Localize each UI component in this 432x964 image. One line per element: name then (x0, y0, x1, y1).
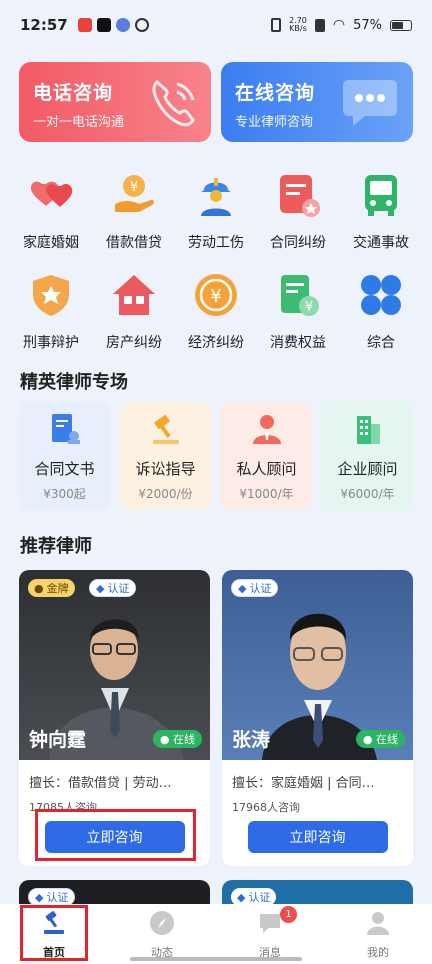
svg-text:¥: ¥ (305, 300, 313, 315)
elite-contract-docs[interactable]: 合同文书 ¥300起 (19, 402, 110, 510)
verified-badge: ◆ 认证 (89, 579, 137, 597)
online-consult-banner[interactable]: 在线咨询 专业律师咨询 (221, 62, 413, 142)
elite-name: 私人顾问 (236, 460, 297, 478)
category-contract[interactable]: 合同纠纷 (255, 172, 341, 252)
lawyer-card[interactable]: ◆ 认证 张涛 ● 在线 擅长：家庭婚姻 | 合同… 17968人咨询 立即咨询 (222, 570, 413, 866)
gavel-icon (152, 415, 179, 444)
app-notification-icon (134, 18, 149, 32)
shield-check-icon: ◆ (237, 890, 246, 904)
lawyer-name: 钟向霆 (29, 729, 87, 751)
lawyer-specialty: 擅长：借款借贷 | 劳动… (29, 776, 172, 791)
elite-name: 企业顾问 (337, 460, 398, 478)
shield-check-icon: ◆ (35, 890, 44, 904)
category-label: 劳动工伤 (188, 235, 244, 251)
category-label: 综合 (367, 335, 395, 351)
worker-helmet-icon (201, 178, 231, 216)
svg-text:¥: ¥ (130, 180, 138, 195)
category-label: 刑事辩护 (23, 335, 79, 351)
app-notification-icon (77, 18, 92, 32)
sim-icon (314, 18, 325, 32)
elite-name: 合同文书 (34, 460, 95, 478)
gold-badge: ● 金牌 (28, 579, 75, 597)
consult-now-button[interactable]: 立即咨询 (247, 821, 388, 853)
elite-name: 诉讼指导 (135, 460, 196, 478)
grid-icon (361, 275, 401, 315)
highlight-box (35, 809, 196, 861)
house-icon (113, 275, 155, 315)
vibrate-icon (271, 18, 282, 32)
status-bar: 12:57 2.70 KB/s ◠ 57% (0, 0, 432, 50)
unread-badge: 1 (280, 906, 297, 923)
category-label: 借款借贷 (106, 235, 162, 251)
highlight-box (20, 905, 88, 961)
elite-price: ¥300起 (43, 487, 86, 501)
svg-text:¥: ¥ (210, 286, 221, 307)
network-speed: 2.70 KB/s (289, 16, 307, 33)
category-label: 家庭婚姻 (23, 235, 79, 251)
shield-icon (33, 275, 69, 316)
coin-hand-icon: ¥ (115, 175, 154, 212)
consult-count: 17968人咨询 (232, 801, 300, 814)
hearts-icon (30, 181, 73, 207)
category-property[interactable]: 房产纠纷 (91, 272, 177, 352)
battery-icon (390, 19, 412, 31)
shield-check-icon: ◆ (96, 581, 105, 595)
yen-coin-icon: ¥ (195, 274, 237, 316)
nav-feed[interactable]: 动态 (108, 904, 216, 964)
home-indicator (130, 957, 302, 961)
category-label: 交通事故 (353, 235, 409, 251)
category-consumer[interactable]: ¥ 消费权益 (255, 272, 341, 352)
elite-enterprise-advisor[interactable]: 企业顾问 ¥6000/年 (322, 402, 413, 510)
medal-icon: ● (34, 581, 44, 595)
category-label: 房产纠纷 (106, 335, 162, 351)
phone-icon (152, 79, 195, 127)
status-time: 12:57 (20, 16, 68, 34)
category-label: 经济纠纷 (188, 335, 244, 351)
document-icon (51, 414, 80, 444)
elite-price: ¥6000/年 (340, 487, 395, 501)
app-notification-icon (115, 18, 130, 32)
online-status: ● 在线 (152, 730, 202, 748)
nav-messages[interactable]: 1 消息 (216, 904, 324, 964)
category-labor[interactable]: 劳动工伤 (173, 172, 259, 252)
elite-section-title: 精英律师专场 (20, 372, 128, 393)
category-economic[interactable]: ¥ 经济纠纷 (173, 272, 259, 352)
nav-profile[interactable]: 我的 (324, 904, 432, 964)
category-label: 合同纠纷 (270, 235, 326, 251)
chat-bubble-icon (343, 80, 397, 126)
elite-private-advisor[interactable]: 私人顾问 ¥1000/年 (221, 402, 312, 510)
phone-consult-banner[interactable]: 电话咨询 一对一电话沟通 (19, 62, 211, 142)
online-status: ● 在线 (355, 730, 405, 748)
building-icon (356, 416, 380, 444)
category-loan[interactable]: ¥ 借款借贷 (91, 172, 177, 252)
recommend-section-title: 推荐律师 (20, 536, 92, 557)
person-icon (252, 415, 281, 444)
user-icon (367, 912, 389, 935)
category-general[interactable]: 综合 (338, 272, 424, 352)
lawyer-photo: ● 金牌 ◆ 认证 钟向霆 ● 在线 (19, 570, 210, 760)
verified-badge: ◆ 认证 (231, 579, 279, 597)
category-family[interactable]: 家庭婚姻 (8, 172, 94, 252)
bus-icon (365, 175, 397, 216)
battery-percent: 57% (353, 17, 382, 33)
tiktok-icon (96, 18, 111, 32)
nav-label: 我的 (367, 946, 389, 959)
wifi-icon: ◠ (332, 17, 346, 33)
category-traffic[interactable]: 交通事故 (338, 172, 424, 252)
contract-icon (280, 175, 320, 217)
category-label: 消费权益 (270, 335, 326, 351)
receipt-icon: ¥ (281, 275, 319, 316)
lawyer-name: 张涛 (232, 729, 271, 751)
elite-price: ¥1000/年 (239, 487, 294, 501)
shield-check-icon: ◆ (238, 581, 247, 595)
category-criminal[interactable]: 刑事辩护 (8, 272, 94, 352)
lawyer-photo: ◆ 认证 张涛 ● 在线 (222, 570, 413, 760)
elite-litigation[interactable]: 诉讼指导 ¥2000/份 (120, 402, 211, 510)
elite-price: ¥2000/份 (138, 487, 193, 501)
compass-icon (150, 911, 174, 935)
lawyer-specialty: 擅长：家庭婚姻 | 合同… (232, 776, 375, 791)
